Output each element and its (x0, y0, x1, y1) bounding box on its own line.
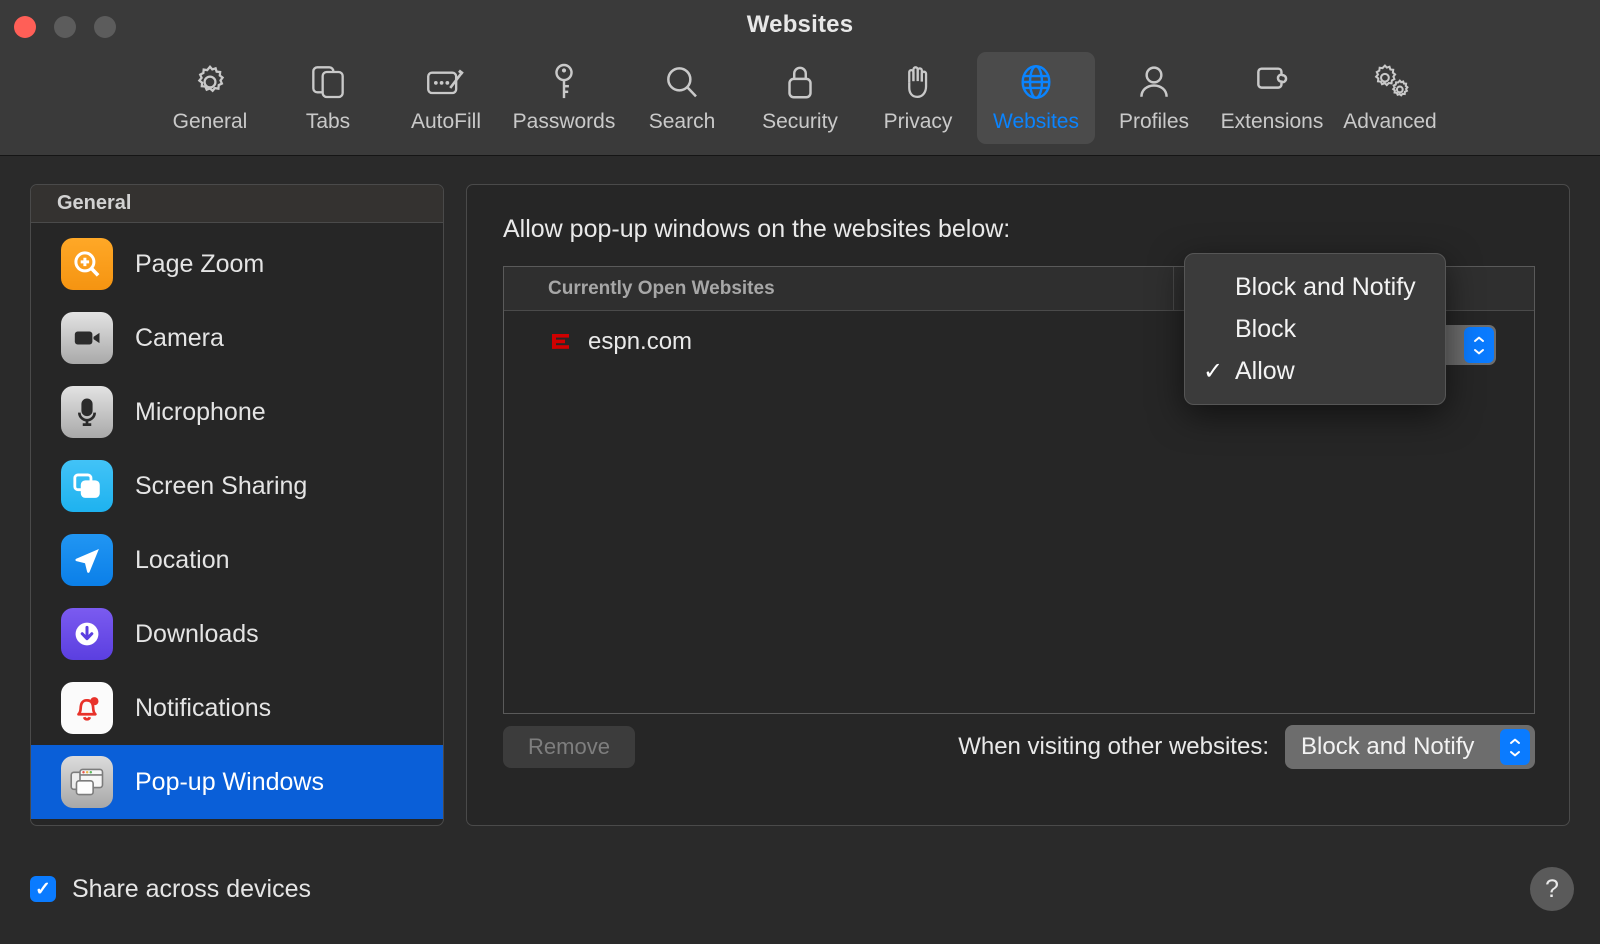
tab-label: Websites (993, 110, 1079, 133)
key-icon (547, 60, 581, 104)
settings-sidebar: General Page Zoom Camera Microphone Scre… (30, 184, 444, 826)
remove-button[interactable]: Remove (503, 726, 635, 768)
tab-label: Passwords (512, 110, 616, 133)
location-icon (61, 534, 113, 586)
chevron-updown-icon (1464, 327, 1494, 363)
tab-privacy[interactable]: Privacy (859, 52, 977, 144)
popup-setting-menu[interactable]: Block and Notify Block ✓ Allow (1184, 253, 1446, 405)
sidebar-item-screen-sharing[interactable]: Screen Sharing (31, 449, 443, 523)
sidebar-item-popup-windows[interactable]: Pop-up Windows (31, 745, 443, 819)
notifications-icon (61, 682, 113, 734)
tab-advanced[interactable]: Advanced (1331, 52, 1449, 144)
tab-label: Profiles (1118, 110, 1190, 133)
tab-general[interactable]: General (151, 52, 269, 144)
window-bottom-bar: ✓ Share across devices ? (0, 848, 1600, 944)
other-websites-popup-button[interactable]: Block and Notify (1285, 725, 1535, 769)
sidebar-item-label: Screen Sharing (135, 471, 308, 500)
share-across-devices-checkbox[interactable]: ✓ (30, 876, 56, 902)
sidebar-item-label: Notifications (135, 693, 272, 722)
tab-label: Advanced (1343, 110, 1437, 133)
settings-toolbar: General Tabs AutoFill Passwords Search S… (0, 52, 1600, 156)
column-divider[interactable] (1173, 267, 1174, 310)
menu-item-allow[interactable]: ✓ Allow (1185, 350, 1445, 392)
other-websites-value: Block and Notify (1301, 733, 1475, 760)
share-across-devices-row[interactable]: ✓ Share across devices (30, 875, 311, 904)
sidebar-item-downloads[interactable]: Downloads (31, 597, 443, 671)
menu-item-label: Block and Notify (1235, 272, 1416, 301)
sidebar-item-label: Page Zoom (135, 249, 265, 278)
microphone-icon (61, 386, 113, 438)
popup-windows-icon (61, 756, 113, 808)
tab-label: General (172, 110, 248, 133)
tab-label: AutoFill (410, 110, 482, 133)
autofill-icon (424, 60, 468, 104)
espn-logo-icon (548, 329, 574, 355)
sidebar-section-header: General (31, 185, 443, 223)
menu-item-block-and-notify[interactable]: Block and Notify (1185, 266, 1445, 308)
sidebar-item-camera[interactable]: Camera (31, 301, 443, 375)
tab-extensions[interactable]: Extensions (1213, 52, 1331, 144)
hand-icon (899, 60, 937, 104)
gear-icon (189, 60, 231, 104)
column-header-currently-open-websites: Currently Open Websites (548, 277, 775, 299)
tab-label: Search (648, 110, 716, 133)
tab-autofill[interactable]: AutoFill (387, 52, 505, 144)
help-button[interactable]: ? (1530, 867, 1574, 911)
other-websites-label: When visiting other websites: (958, 733, 1269, 760)
downloads-icon (61, 608, 113, 660)
page-zoom-icon (61, 238, 113, 290)
lock-icon (783, 60, 817, 104)
chevron-updown-icon (1500, 729, 1530, 765)
tab-label: Security (762, 110, 838, 133)
tab-label: Tabs (305, 110, 351, 133)
tab-websites[interactable]: Websites (977, 52, 1095, 144)
tab-tabs[interactable]: Tabs (269, 52, 387, 144)
title-bar: Websites (0, 0, 1600, 52)
sidebar-item-label: Camera (135, 323, 224, 352)
menu-item-block[interactable]: Block (1185, 308, 1445, 350)
gears-icon (1368, 60, 1412, 104)
camera-icon (61, 312, 113, 364)
person-icon (1135, 60, 1173, 104)
sidebar-item-label: Downloads (135, 619, 259, 648)
sidebar-item-label: Microphone (135, 397, 266, 426)
sidebar-list: Page Zoom Camera Microphone Screen Shari… (31, 223, 443, 825)
sidebar-item-notifications[interactable]: Notifications (31, 671, 443, 745)
settings-window: Websites General Tabs AutoFill Passwords… (0, 0, 1600, 944)
tab-search[interactable]: Search (623, 52, 741, 144)
default-setting-group: When visiting other websites: Block and … (958, 725, 1535, 769)
panel-footer: Remove When visiting other websites: Blo… (503, 725, 1535, 769)
tab-label: Extensions (1220, 110, 1324, 133)
panel-heading: Allow pop-up windows on the websites bel… (503, 215, 1011, 243)
screen-sharing-icon (61, 460, 113, 512)
menu-item-label: Block (1235, 314, 1297, 343)
tab-profiles[interactable]: Profiles (1095, 52, 1213, 144)
share-across-devices-label: Share across devices (72, 874, 312, 903)
window-title: Websites (746, 11, 854, 38)
row-site-label: espn.com (588, 328, 693, 355)
checkmark-icon: ✓ (35, 878, 51, 900)
tab-label: Privacy (883, 110, 953, 133)
sidebar-item-label: Location (135, 545, 230, 574)
checkmark-icon: ✓ (1203, 357, 1224, 385)
tab-passwords[interactable]: Passwords (505, 52, 623, 144)
sidebar-item-page-zoom[interactable]: Page Zoom (31, 227, 443, 301)
search-icon (662, 60, 702, 104)
sidebar-item-microphone[interactable]: Microphone (31, 375, 443, 449)
sidebar-item-location[interactable]: Location (31, 523, 443, 597)
sidebar-item-label: Pop-up Windows (135, 767, 324, 796)
puzzle-icon (1251, 60, 1293, 104)
tabs-icon (308, 60, 348, 104)
tab-security[interactable]: Security (741, 52, 859, 144)
globe-icon (1016, 60, 1056, 104)
menu-item-label: Allow (1235, 356, 1295, 385)
